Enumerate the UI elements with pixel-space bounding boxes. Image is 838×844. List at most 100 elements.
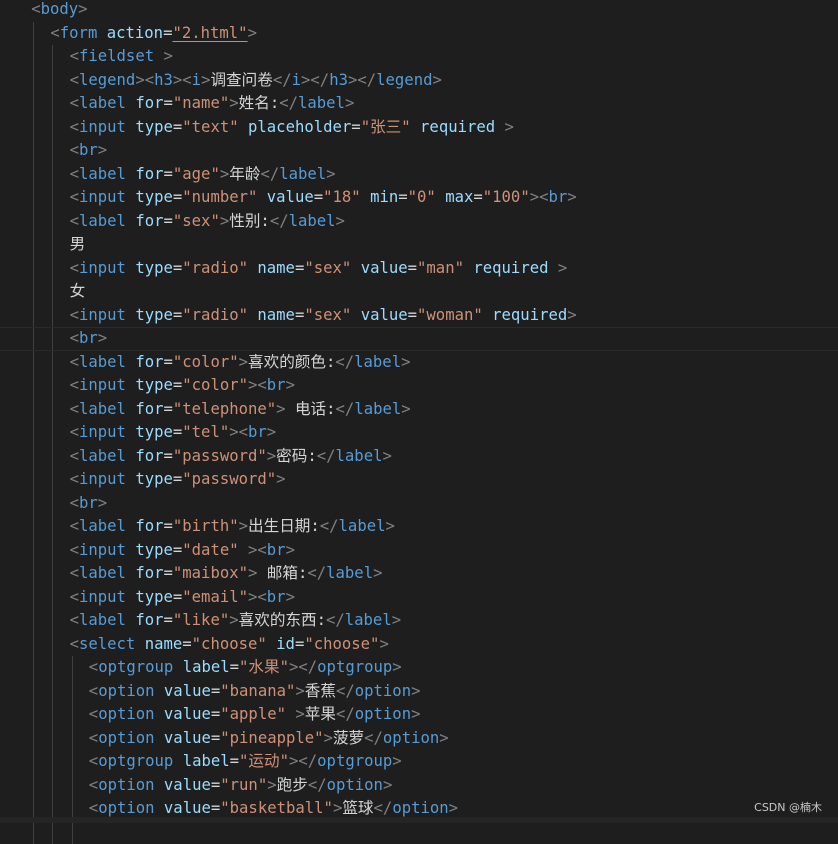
code-line[interactable]: <label for="password">密码:</label>	[0, 445, 838, 469]
bracket-token: </	[308, 776, 327, 794]
code-editor[interactable]: <body><form action="2.html"><fieldset > <…	[0, 0, 838, 823]
text-token	[126, 376, 135, 394]
equals-token: =	[164, 564, 173, 582]
code-line[interactable]: <label for="age">年龄</label>	[0, 163, 838, 187]
attribute-token: name	[145, 635, 183, 653]
equals-token: =	[408, 259, 417, 277]
equals-token: =	[173, 376, 182, 394]
tag-name-token: br	[267, 376, 286, 394]
text-token	[548, 259, 557, 277]
bracket-token: >	[383, 776, 392, 794]
equals-token: =	[164, 517, 173, 535]
code-line[interactable]: <label for="like">喜欢的东西:</label>	[0, 609, 838, 633]
code-line[interactable]: <option value="apple" >苹果</option>	[0, 703, 838, 727]
bracket-token: >	[336, 212, 345, 230]
tag-name-token: label	[354, 353, 401, 371]
text-token: 女	[70, 282, 86, 300]
bracket-token: </	[298, 752, 317, 770]
code-line[interactable]: <form action="2.html">	[0, 22, 838, 46]
equals-token: =	[173, 188, 182, 206]
string-token: "color"	[173, 353, 239, 371]
string-token: "2.html"	[172, 24, 247, 42]
code-line[interactable]: <input type="color"><br>	[0, 374, 838, 398]
text-token	[126, 306, 135, 324]
code-line[interactable]: <br>	[0, 327, 838, 351]
bracket-token: >	[267, 776, 276, 794]
tag-name-token: br	[549, 188, 568, 206]
code-line[interactable]: 男	[0, 233, 838, 257]
bracket-token: >	[379, 635, 388, 653]
string-token: "100"	[483, 188, 530, 206]
text-token: 邮箱:	[257, 564, 307, 582]
tag-name-token: optgroup	[317, 752, 392, 770]
string-token: "maibox"	[173, 564, 248, 582]
bracket-token: <	[70, 423, 79, 441]
code-line[interactable]: <br>	[0, 492, 838, 516]
code-line[interactable]: <optgroup label="水果"></optgroup>	[0, 656, 838, 680]
bracket-token: <	[257, 588, 266, 606]
code-line[interactable]: <body>	[0, 0, 838, 22]
bracket-token: <	[70, 71, 79, 89]
bracket-token: >	[286, 541, 295, 559]
code-line[interactable]: <input type="password">	[0, 468, 838, 492]
bracket-token: </	[364, 729, 383, 747]
code-line[interactable]: 女	[0, 280, 838, 304]
attribute-token: for	[135, 94, 163, 112]
bracket-token: <	[239, 423, 248, 441]
code-line[interactable]: <label for="name">姓名:</label>	[0, 92, 838, 116]
attribute-token: label	[183, 658, 230, 676]
bracket-token: <	[89, 705, 98, 723]
bracket-token: >	[382, 447, 391, 465]
code-line[interactable]: <fieldset >	[0, 45, 838, 69]
text-token: 姓名:	[239, 94, 280, 112]
bracket-token: >	[567, 188, 576, 206]
bracket-token: >	[345, 94, 354, 112]
code-line[interactable]: <optgroup label="运动"></optgroup>	[0, 750, 838, 774]
bracket-token: >	[289, 752, 298, 770]
tag-name-token: optgroup	[317, 658, 392, 676]
attribute-token: type	[135, 188, 173, 206]
text-token	[126, 400, 135, 418]
code-line[interactable]: <label for="telephone"> 电话:</label>	[0, 398, 838, 422]
code-line[interactable]: <select name="choose" id="choose">	[0, 633, 838, 657]
text-token: 男	[70, 235, 86, 253]
code-line[interactable]: <input type="radio" name="sex" value="wo…	[0, 304, 838, 328]
code-line[interactable]: <input type="email"><br>	[0, 586, 838, 610]
text-token	[126, 517, 135, 535]
bracket-token: <	[89, 658, 98, 676]
bracket-token: >	[333, 799, 342, 817]
code-line[interactable]: <option value="pineapple">菠萝</option>	[0, 727, 838, 751]
code-line[interactable]: <input type="tel"><br>	[0, 421, 838, 445]
tag-name-token: legend	[79, 71, 135, 89]
attribute-token: type	[135, 588, 173, 606]
code-line[interactable]: <input type="date" ><br>	[0, 539, 838, 563]
code-line[interactable]: <label for="color">喜欢的颜色:</label>	[0, 351, 838, 375]
code-line[interactable]: <label for="sex">性别:</label>	[0, 210, 838, 234]
bracket-token: </	[336, 682, 355, 700]
code-line[interactable]: <input type="text" placeholder="张三" requ…	[0, 116, 838, 140]
code-line[interactable]: <label for="birth">出生日期:</label>	[0, 515, 838, 539]
code-line[interactable]: <label for="maibox"> 邮箱:</label>	[0, 562, 838, 586]
code-line[interactable]: <option value="run">跑步</option>	[0, 774, 838, 798]
equals-token: =	[164, 353, 173, 371]
text-token: 年龄	[229, 165, 260, 183]
code-line[interactable]: <option value="banana">香蕉</option>	[0, 680, 838, 704]
attribute-token: for	[135, 517, 163, 535]
text-token	[155, 729, 164, 747]
equals-token: =	[173, 588, 182, 606]
bracket-token: </	[273, 71, 292, 89]
bracket-token: <	[31, 0, 40, 18]
equals-token: =	[182, 635, 191, 653]
horizontal-scrollbar-track[interactable]	[0, 817, 838, 823]
bracket-token: >	[248, 376, 257, 394]
text-token	[126, 94, 135, 112]
string-token: "woman"	[417, 306, 483, 324]
tag-name-token: label	[79, 564, 126, 582]
code-line[interactable]: <br>	[0, 139, 838, 163]
code-line[interactable]: <input type="number" value="18" min="0" …	[0, 186, 838, 210]
code-line[interactable]: <input type="radio" name="sex" value="ma…	[0, 257, 838, 281]
code-line[interactable]: <legend><h3><i>调查问卷</i></h3></legend>	[0, 69, 838, 93]
tag-name-token: label	[79, 353, 126, 371]
bracket-token: >	[267, 423, 276, 441]
bracket-token: >	[276, 400, 285, 418]
